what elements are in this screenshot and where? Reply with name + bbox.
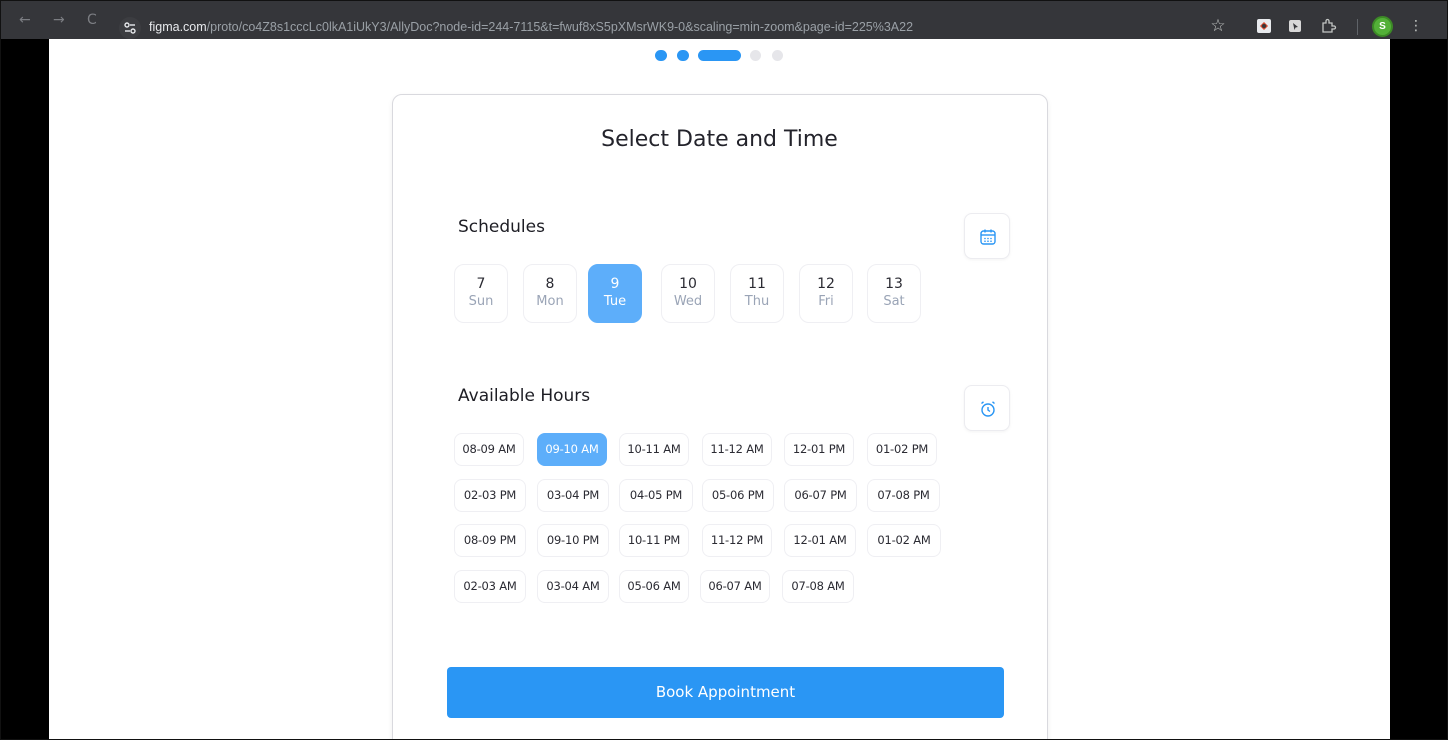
day-weekday: Fri [818,294,834,309]
page-title: Select Date and Time [601,127,838,152]
forward-icon[interactable]: → [53,12,65,28]
time-slot[interactable]: 04-05 PM [619,479,693,512]
time-slot[interactable]: 05-06 PM [702,479,774,512]
day-chip[interactable]: 11 Thu [730,264,784,323]
toolbar-divider [1357,19,1358,35]
step-dot-active [698,50,741,61]
day-chip[interactable]: 8 Mon [523,264,577,323]
back-icon[interactable]: ← [19,12,31,28]
time-slot[interactable]: 03-04 AM [537,570,609,603]
day-weekday: Sun [468,294,494,309]
day-weekday: Thu [744,294,770,309]
day-number: 13 [885,276,903,292]
extension-puzzle-piece-icon[interactable] [1255,17,1273,35]
url-path: /proto/co4Z8s1cccLc0lkA1iUkY3/AllyDoc?no… [206,20,914,34]
day-number: 9 [610,276,620,292]
day-weekday: Mon [536,294,564,309]
day-chip[interactable]: 12 Fri [799,264,853,323]
calendar-button[interactable] [964,213,1010,259]
reload-icon[interactable]: C [87,12,97,28]
address-bar[interactable]: figma.com/proto/co4Z8s1cccLc0lkA1iUkY3/A… [149,20,913,34]
day-chip[interactable]: 13 Sat [867,264,921,323]
day-number: 12 [817,276,835,292]
time-slot[interactable]: 01-02 PM [867,433,937,466]
step-dot [677,50,689,61]
extensions-puzzle-icon[interactable] [1319,17,1337,35]
time-slot[interactable]: 08-09 AM [454,433,524,466]
time-slot[interactable]: 11-12 PM [702,524,772,557]
available-hours-label: Available Hours [458,386,591,406]
browser-toolbar: ← → C figma.com/proto/co4Z8s1cccLc0lkA1i… [1,1,1447,39]
book-appointment-button[interactable]: Book Appointment [447,667,1004,718]
day-chip[interactable]: 7 Sun [454,264,508,323]
step-dot [750,50,761,61]
time-slot[interactable]: 06-07 AM [700,570,770,603]
profile-avatar[interactable]: S [1372,16,1393,37]
time-slot[interactable]: 02-03 PM [454,479,526,512]
time-slot[interactable]: 10-11 AM [619,433,689,466]
alarm-clock-icon [981,401,995,417]
browser-menu-icon[interactable]: ⋮ [1407,17,1425,35]
time-slot[interactable]: 12-01 AM [784,524,856,557]
day-weekday: Wed [673,294,703,309]
time-slot[interactable]: 10-11 PM [619,524,689,557]
day-number: 8 [545,276,555,292]
extension-cursor-icon[interactable] [1286,17,1304,35]
day-chip[interactable]: 10 Wed [661,264,715,323]
time-slot[interactable]: 07-08 PM [867,479,940,512]
day-chip[interactable]: 9 Tue [588,264,642,323]
day-number: 11 [748,276,766,292]
day-number: 7 [476,276,486,292]
time-slot[interactable]: 02-03 AM [454,570,526,603]
time-slot[interactable]: 06-07 PM [784,479,857,512]
schedules-label: Schedules [458,217,545,237]
time-slot[interactable]: 08-09 PM [454,524,526,557]
day-weekday: Tue [603,294,627,309]
bookmark-star-icon[interactable]: ☆ [1209,17,1227,35]
site-info-icon[interactable] [119,17,141,39]
viewport: ← → C figma.com/proto/co4Z8s1cccLc0lkA1i… [0,0,1448,740]
time-slot[interactable]: 09-10 AM [537,433,607,466]
step-dot [655,50,667,61]
time-slot[interactable]: 09-10 PM [537,524,609,557]
time-slot[interactable]: 05-06 AM [619,570,689,603]
calendar-icon [980,229,996,245]
step-dot [772,50,783,61]
alarm-button[interactable] [964,385,1010,431]
time-slot[interactable]: 03-04 PM [537,479,609,512]
time-slot[interactable]: 07-08 AM [782,570,854,603]
booking-card [392,94,1048,739]
time-slot[interactable]: 01-02 AM [867,524,941,557]
time-slot[interactable]: 12-01 PM [784,433,854,466]
url-domain: figma.com [149,20,207,34]
day-weekday: Sat [883,294,905,309]
day-number: 10 [679,276,697,292]
time-slot[interactable]: 11-12 AM [702,433,772,466]
